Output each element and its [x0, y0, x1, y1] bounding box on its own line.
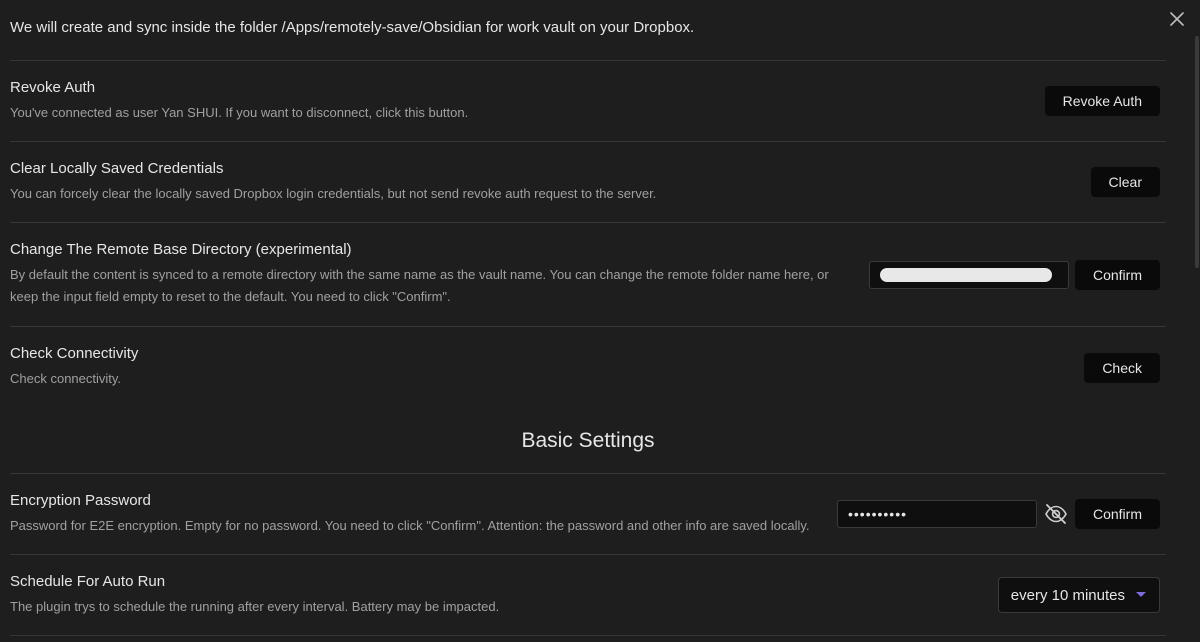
- dropdown-arrow-icon: [1136, 592, 1146, 597]
- sync-folder-notice: We will create and sync inside the folde…: [10, 0, 1166, 61]
- setting-control: •••••••••• Confirm: [836, 499, 1166, 529]
- setting-control: Revoke Auth: [1044, 86, 1166, 116]
- setting-name: Encryption Password: [10, 491, 151, 509]
- settings-content: We will create and sync inside the folde…: [10, 0, 1166, 636]
- setting-info: Change The Remote Base Directory (experi…: [10, 241, 849, 308]
- setting-control: every 10 minutes: [997, 577, 1166, 613]
- close-button[interactable]: [1166, 8, 1188, 30]
- setting-name: Check Connectivity: [10, 345, 139, 362]
- setting-description: You can forcely clear the locally saved …: [10, 185, 657, 201]
- setting-revoke-auth: Revoke Auth You've connected as user Yan…: [10, 61, 1166, 142]
- setting-name: Change The Remote Base Directory (experi…: [10, 241, 352, 258]
- section-heading: Basic Settings: [10, 408, 1166, 474]
- confirm-remote-directory-button[interactable]: Confirm: [1074, 259, 1160, 290]
- setting-remote-base-directory: Change The Remote Base Directory (experi…: [10, 223, 1166, 327]
- setting-description: You've connected as user Yan SHUI. If yo…: [10, 104, 469, 120]
- check-connectivity-button[interactable]: Check: [1084, 352, 1160, 383]
- setting-info: Schedule For Auto Run The plugin trys to…: [10, 573, 998, 618]
- setting-name: Schedule For Auto Run: [10, 572, 166, 590]
- scrollbar-thumb[interactable]: [1195, 36, 1199, 268]
- setting-control: Clear: [1090, 167, 1166, 197]
- eye-off-icon: [1045, 504, 1067, 524]
- toggle-password-visibility-button[interactable]: [1043, 501, 1069, 527]
- setting-description: By default the content is synced to a re…: [10, 267, 829, 304]
- setting-description: The plugin trys to schedule the running …: [10, 598, 500, 614]
- redacted-value: [879, 267, 1052, 282]
- setting-encryption-password: Encryption Password Password for E2E enc…: [10, 474, 1166, 555]
- setting-check-connectivity: Check Connectivity Check connectivity. C…: [10, 327, 1166, 408]
- setting-info: Revoke Auth You've connected as user Yan…: [10, 79, 1045, 124]
- setting-name: Revoke Auth: [10, 78, 96, 96]
- setting-description: Password for E2E encryption. Empty for n…: [10, 517, 810, 533]
- setting-info: Encryption Password Password for E2E enc…: [10, 492, 837, 537]
- clear-credentials-button[interactable]: Clear: [1090, 167, 1160, 197]
- setting-info: Clear Locally Saved Credentials You can …: [10, 160, 1091, 205]
- setting-name: Clear Locally Saved Credentials: [10, 159, 224, 177]
- selected-interval: every 10 minutes: [1010, 586, 1125, 604]
- close-icon: [1170, 12, 1184, 26]
- scrollbar[interactable]: [1194, 0, 1200, 642]
- setting-schedule-auto-run: Schedule For Auto Run The plugin trys to…: [10, 555, 1166, 636]
- setting-clear-credentials: Clear Locally Saved Credentials You can …: [10, 142, 1166, 223]
- revoke-auth-button[interactable]: Revoke Auth: [1044, 86, 1160, 116]
- remote-directory-input[interactable]: [868, 260, 1069, 289]
- setting-info: Check Connectivity Check connectivity.: [10, 345, 1084, 390]
- auto-run-interval-select[interactable]: every 10 minutes: [997, 577, 1160, 613]
- setting-description: Check connectivity.: [10, 371, 122, 386]
- encryption-password-input[interactable]: ••••••••••: [836, 500, 1037, 528]
- setting-control: Check: [1084, 352, 1166, 383]
- settings-modal: We will create and sync inside the folde…: [0, 0, 1200, 642]
- confirm-password-button[interactable]: Confirm: [1074, 499, 1160, 529]
- setting-control: Confirm: [868, 259, 1166, 290]
